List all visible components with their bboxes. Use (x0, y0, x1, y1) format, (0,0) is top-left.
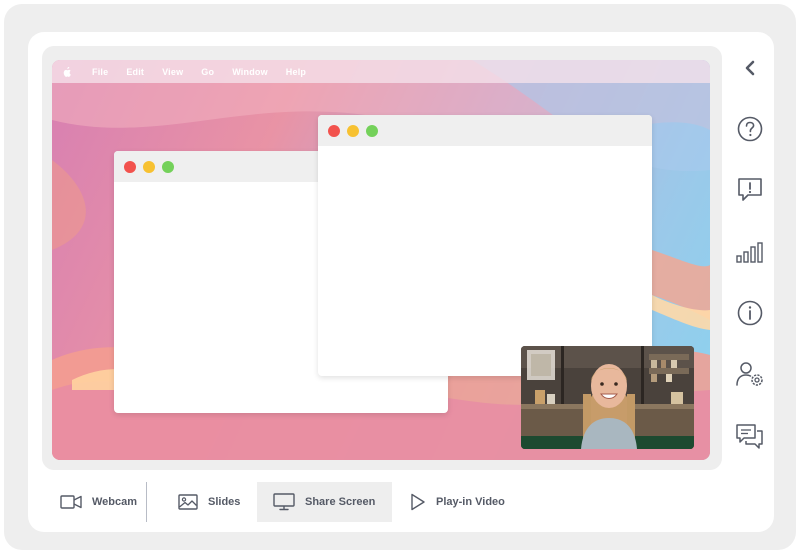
menu-help[interactable]: Help (286, 67, 306, 77)
share-screen-button[interactable]: Share Screen (257, 482, 392, 522)
user-settings-icon (736, 362, 763, 386)
menu-edit[interactable]: Edit (126, 67, 144, 77)
mac-menubar: File Edit View Go Window Help (52, 60, 710, 83)
webcam-video-feed (521, 346, 694, 449)
minimize-window-button[interactable] (143, 160, 155, 173)
webcam-button[interactable]: Webcam (44, 482, 146, 522)
toolbar-divider (146, 482, 147, 522)
slides-button[interactable]: Slides (162, 482, 257, 522)
chat-icon (736, 424, 763, 449)
collapse-sidebar-button[interactable] (734, 52, 766, 84)
feedback-button[interactable] (734, 174, 766, 206)
close-window-button[interactable] (328, 124, 340, 137)
bar-chart-icon (736, 242, 763, 263)
menu-window[interactable]: Window (232, 67, 268, 77)
stats-button[interactable] (734, 236, 766, 268)
zoom-window-button[interactable] (162, 160, 174, 173)
minimize-window-button[interactable] (347, 124, 359, 137)
play-in-video-label: Play-in Video (436, 496, 505, 508)
info-icon (737, 300, 763, 326)
help-button[interactable] (734, 113, 766, 145)
play-icon (411, 493, 425, 511)
apple-logo-icon[interactable] (62, 66, 72, 77)
menu-go[interactable]: Go (201, 67, 214, 77)
user-settings-button[interactable] (734, 358, 766, 390)
video-camera-icon (60, 495, 82, 509)
slides-label: Slides (208, 496, 241, 508)
monitor-icon (273, 493, 295, 511)
right-sidebar (730, 50, 770, 460)
chevron-left-icon (745, 60, 755, 76)
chat-button[interactable] (734, 420, 766, 452)
zoom-window-button[interactable] (366, 124, 378, 137)
close-window-button[interactable] (124, 160, 136, 173)
help-icon (737, 116, 763, 142)
info-button[interactable] (734, 297, 766, 329)
play-in-video-button[interactable]: Play-in Video (394, 482, 514, 522)
menu-file[interactable]: File (92, 67, 108, 77)
webcam-preview[interactable] (521, 346, 694, 449)
share-screen-label: Share Screen (305, 496, 376, 508)
feedback-icon (738, 178, 762, 201)
front-window-titlebar[interactable] (318, 115, 652, 146)
webcam-label: Webcam (92, 496, 138, 508)
menu-view[interactable]: View (162, 67, 183, 77)
source-toolbar: Webcam Slides Share Screen Play-in Video (44, 482, 544, 524)
image-icon (178, 494, 198, 510)
front-window[interactable] (318, 115, 652, 376)
